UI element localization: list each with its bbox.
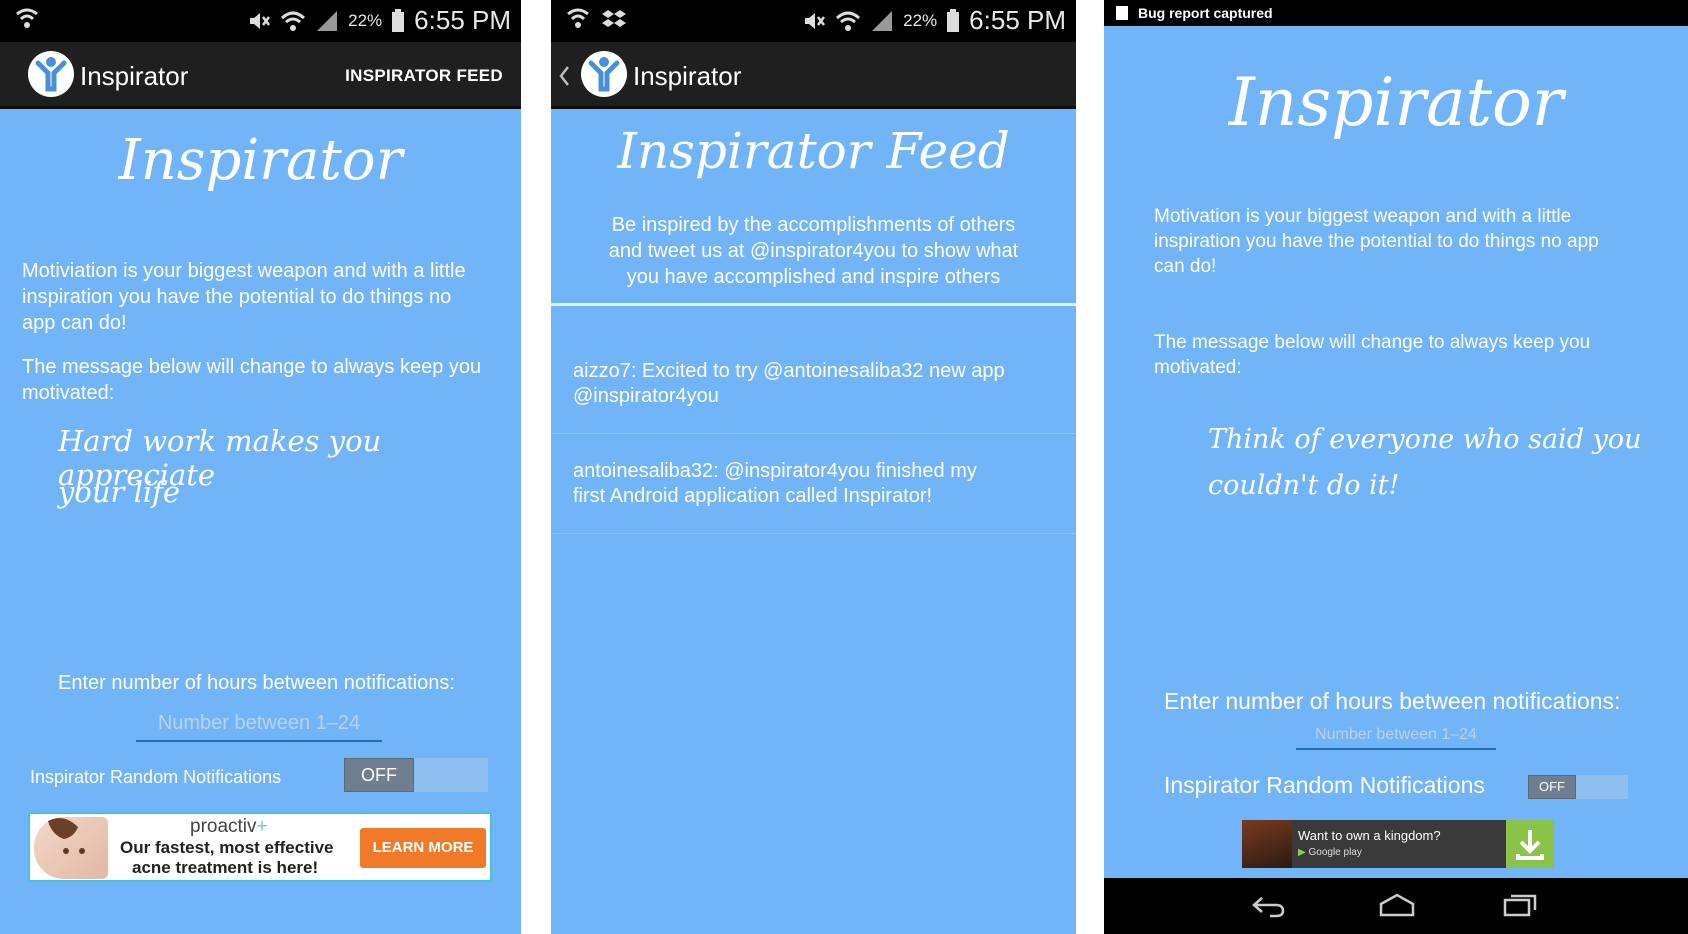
notifications-label: Inspirator Random Notifications xyxy=(1164,772,1485,798)
notification-icon xyxy=(1116,6,1128,20)
feed-item-line-2: first Android application called Inspira… xyxy=(573,485,933,507)
ad-game-image xyxy=(1242,820,1292,868)
toggle-off-label: OFF xyxy=(1528,775,1576,799)
page-title: Inspirator xyxy=(1228,64,1564,141)
ad-text-line-1: Our fastest, most effective xyxy=(120,838,334,857)
wifi-call-icon xyxy=(16,8,38,28)
feed-item-line-1: aizzo7: Excited to try @antoinesaliba32 … xyxy=(573,360,1005,382)
feed-item-line-1: antoinesaliba32: @inspirator4you finishe… xyxy=(573,460,977,482)
feed-item-line-2: @inspirator4you xyxy=(573,385,719,407)
battery-percent: 22% xyxy=(903,10,938,30)
nav-bar xyxy=(1104,878,1688,934)
toggle-off-label: OFF xyxy=(344,758,414,792)
feed-separator xyxy=(551,433,1076,434)
google-play-badge: ▶ Google play xyxy=(1298,847,1362,858)
ad-banner[interactable]: Want to own a kingdom? ▶ Google play xyxy=(1242,820,1554,868)
status-bar: 22% 6:55 PM xyxy=(551,0,1076,42)
notifications-toggle[interactable]: OFF xyxy=(1528,775,1628,799)
feed-item[interactable]: aizzo7: Excited to try @antoinesaliba32 … xyxy=(551,359,1076,409)
wifi-icon xyxy=(836,11,861,31)
status-time: 6:55 PM xyxy=(414,5,511,35)
quote-line-2: couldn't do it! xyxy=(1208,470,1400,501)
home-icon[interactable] xyxy=(1378,892,1416,918)
ad-banner[interactable]: proactiv+ Our fastest, most effective ac… xyxy=(28,812,492,882)
notifications-label: Inspirator Random Notifications xyxy=(30,767,282,787)
notifications-toggle[interactable]: OFF xyxy=(344,758,488,792)
page-title: Inspirator xyxy=(118,128,403,193)
app-title: Inspirator xyxy=(633,61,742,91)
action-bar: Inspirator xyxy=(551,42,1076,109)
ad-face-image xyxy=(34,817,108,879)
hours-label: Enter number of hours between notificati… xyxy=(1164,688,1621,714)
feed-intro-line-1: Be inspired by the accomplishments of ot… xyxy=(611,214,1016,236)
quote-line-2: your life xyxy=(58,475,181,509)
message-intro: The message below will change to always … xyxy=(1154,332,1591,378)
hours-input[interactable]: Number between 1–24 xyxy=(1296,724,1496,750)
message-intro: The message below will change to always … xyxy=(22,356,482,404)
learn-more-button[interactable]: LEARN MORE xyxy=(360,828,486,868)
mute-icon xyxy=(250,12,271,29)
back-icon[interactable] xyxy=(1250,894,1286,918)
wifi-icon xyxy=(281,11,306,31)
download-icon xyxy=(1516,830,1544,860)
feed-title: Inspirator Feed xyxy=(617,122,1010,180)
status-bar: 22% 6:55 PM xyxy=(0,0,521,42)
feed-screen: 22% 6:55 PM Inspirator Inspirator Feed B… xyxy=(551,0,1076,934)
feed-intro-line-2: and tweet us at @inspirator4you to show … xyxy=(608,240,1019,262)
intro-text: Motivation is your biggest weapon and wi… xyxy=(1154,206,1599,277)
battery-icon xyxy=(392,8,405,32)
inspirator-feed-button[interactable]: INSPIRATOR FEED xyxy=(345,66,503,86)
app-logo-icon[interactable] xyxy=(581,51,627,97)
ad-text-line-2: acne treatment is here! xyxy=(132,858,319,877)
hours-label: Enter number of hours between notificati… xyxy=(58,672,455,694)
tablet-screen: Bug report captured Inspirator Motivatio… xyxy=(1104,0,1688,934)
intro-text: Motiviation is your biggest weapon and w… xyxy=(22,260,466,334)
feed-item[interactable]: antoinesaliba32: @inspirator4you finishe… xyxy=(551,459,1076,509)
status-time: 6:55 PM xyxy=(969,5,1066,35)
main-screen: 22% 6:55 PM Inspirator INSPIRATOR FEED I… xyxy=(0,0,521,934)
play-store-icon: ▶ xyxy=(1298,847,1306,858)
action-bar: Inspirator INSPIRATOR FEED xyxy=(0,42,521,109)
feed-divider xyxy=(551,303,1076,306)
wifi-call-icon xyxy=(567,8,589,28)
app-title: Inspirator xyxy=(80,61,189,91)
mute-icon xyxy=(805,12,826,29)
feed-separator xyxy=(551,533,1076,534)
bug-report-bar: Bug report captured xyxy=(1104,0,1688,26)
battery-percent: 22% xyxy=(348,10,383,30)
battery-icon xyxy=(947,8,960,32)
ad-text: Want to own a kingdom? xyxy=(1298,828,1441,843)
quote-line-1: Think of everyone who said you xyxy=(1208,424,1642,455)
dropbox-icon xyxy=(602,10,626,27)
bug-report-text: Bug report captured xyxy=(1138,5,1273,21)
signal-icon xyxy=(317,10,338,31)
signal-icon xyxy=(872,10,893,31)
app-logo-icon[interactable] xyxy=(28,51,74,97)
back-chevron-icon[interactable] xyxy=(557,64,571,88)
download-button[interactable] xyxy=(1506,820,1554,868)
feed-intro-line-3: you have accomplished and inspire others xyxy=(626,266,1001,288)
ad-brand: proactiv+ xyxy=(190,816,268,837)
hours-input[interactable]: Number between 1–24 xyxy=(136,710,382,742)
recent-apps-icon[interactable] xyxy=(1502,892,1538,918)
